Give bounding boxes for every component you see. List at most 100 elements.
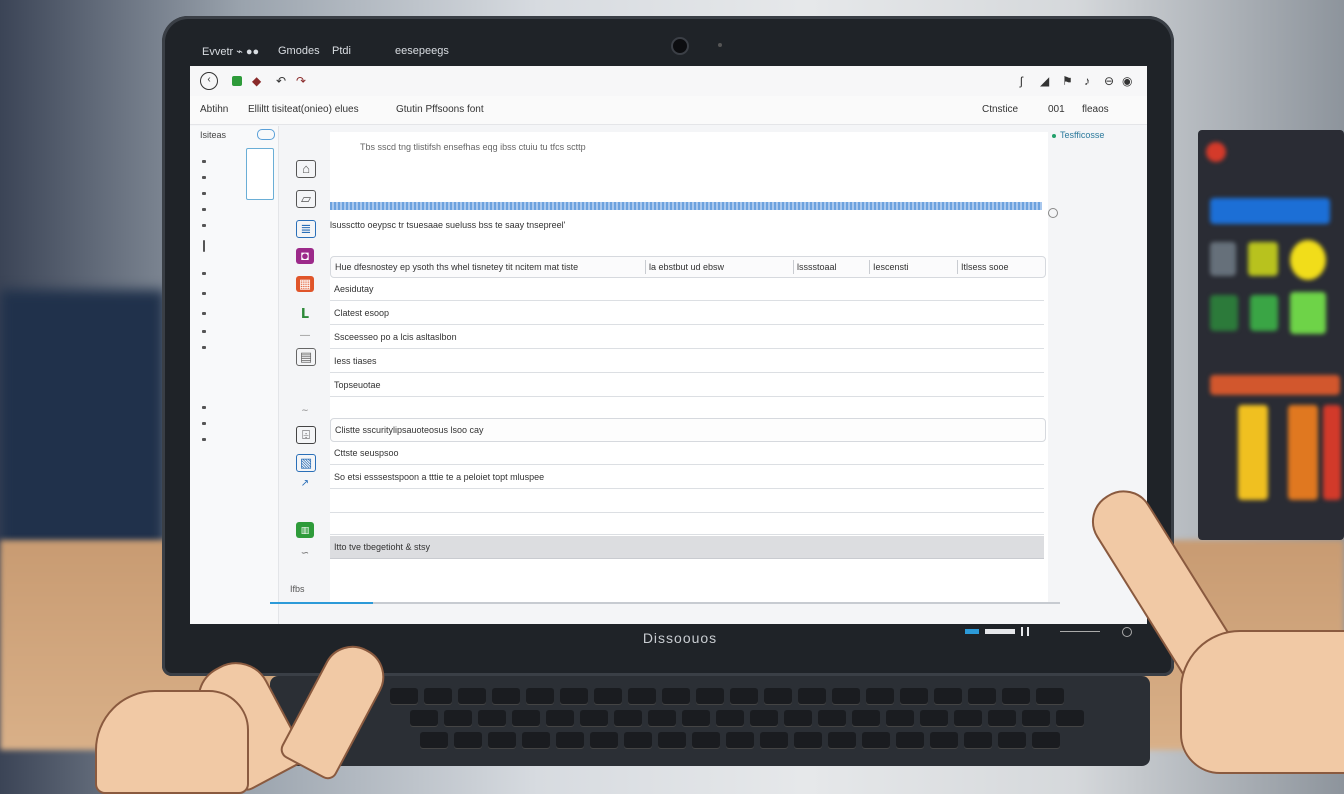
keyboard-key[interactable] <box>648 710 676 726</box>
keyboard-key[interactable] <box>624 732 652 748</box>
keyboard-key[interactable] <box>832 688 860 704</box>
keyboard-key[interactable] <box>862 732 890 748</box>
keyboard-key[interactable] <box>454 732 482 748</box>
keyboard-key[interactable] <box>444 710 472 726</box>
keyboard-key[interactable] <box>852 710 880 726</box>
menubar-item[interactable]: Gmodes <box>278 45 320 57</box>
document-thumbnail[interactable] <box>246 148 274 200</box>
keyboard-key[interactable] <box>726 732 754 748</box>
column-header[interactable]: la ebstbut ud ebsw <box>649 262 724 272</box>
keyboard-key[interactable] <box>798 688 826 704</box>
keyboard-key[interactable] <box>730 688 758 704</box>
spreadsheet-icon[interactable]: ▥ <box>296 522 314 538</box>
subtoolbar-left[interactable]: Abtihn <box>200 104 228 115</box>
keyboard-key[interactable] <box>594 688 622 704</box>
keyboard-key[interactable] <box>716 710 744 726</box>
flag-icon[interactable]: ⚑ <box>1062 74 1073 88</box>
chart-line-icon[interactable]: ᒪ <box>296 306 314 322</box>
house-icon[interactable]: ⌂ <box>296 160 316 178</box>
keyboard-key[interactable] <box>818 710 846 726</box>
database-icon[interactable]: ≣ <box>296 220 316 238</box>
arrow-icon[interactable]: ↗ <box>296 476 314 492</box>
column-header[interactable]: Iescensti <box>873 262 909 272</box>
keyboard-key[interactable] <box>896 732 924 748</box>
table-row[interactable]: Topseuotae <box>330 374 1044 397</box>
table-row[interactable]: Ssceesseo po a lcis asltaslbon <box>330 326 1044 349</box>
keyboard-key[interactable] <box>580 710 608 726</box>
column-header[interactable]: lsssstoaal <box>797 262 837 272</box>
keyboard-key[interactable] <box>760 732 788 748</box>
keyboard-key[interactable] <box>1002 688 1030 704</box>
link-icon[interactable]: ∽ <box>296 546 314 562</box>
table-row[interactable]: Clistte sscuritylipsauoteosus lsoo cay <box>330 418 1046 442</box>
app-purple-icon[interactable]: ◘ <box>296 248 314 264</box>
keyboard-key[interactable] <box>424 688 452 704</box>
menubar-item[interactable]: Ptdi <box>332 45 351 57</box>
keyboard-key[interactable] <box>546 710 574 726</box>
keyboard-key[interactable] <box>968 688 996 704</box>
keyboard-key[interactable] <box>1056 710 1084 726</box>
keyboard-key[interactable] <box>930 732 958 748</box>
keyboard-key[interactable] <box>988 710 1016 726</box>
table-row[interactable]: So etsi esssestspoon a tttie te a peloie… <box>330 466 1044 489</box>
menubar-item[interactable]: eesepeegs <box>395 45 449 57</box>
keyboard-key[interactable] <box>1022 710 1050 726</box>
column-header[interactable]: Itlsess sooe <box>961 262 1009 272</box>
keyboard-key[interactable] <box>964 732 992 748</box>
keyboard-key[interactable] <box>628 688 656 704</box>
keyboard-key[interactable] <box>1036 688 1064 704</box>
keyboard-key[interactable] <box>522 732 550 748</box>
map-icon[interactable]: ▧ <box>296 454 316 472</box>
keyboard-key[interactable] <box>784 710 812 726</box>
tag-icon[interactable]: ◆ <box>252 74 261 88</box>
table-row[interactable]: Aesidutay <box>330 278 1044 301</box>
table-row[interactable] <box>330 512 1044 535</box>
clipboard-icon[interactable]: ▤ <box>296 348 316 366</box>
keyboard-key[interactable] <box>658 732 686 748</box>
keyboard-key[interactable] <box>390 688 418 704</box>
redo-icon[interactable]: ↷ <box>296 74 306 88</box>
keyboard-key[interactable] <box>410 710 438 726</box>
clock-icon[interactable]: ⊖ <box>1104 74 1114 88</box>
music-icon[interactable]: ♪ <box>1084 74 1090 88</box>
keyboard-key[interactable] <box>1032 732 1060 748</box>
search-icon[interactable]: ʃ <box>1020 74 1023 88</box>
keyboard-key[interactable] <box>900 688 928 704</box>
keyboard-key[interactable] <box>828 732 856 748</box>
table-row[interactable]: Clatest esoop <box>330 302 1044 325</box>
keyboard-key[interactable] <box>590 732 618 748</box>
tilde-icon[interactable]: ↶ <box>276 74 286 88</box>
table-row-selected[interactable]: Itto tve tbegetioht & stsy <box>330 536 1044 559</box>
minus-icon[interactable]: — <box>296 328 314 344</box>
power-icon[interactable]: ◉ <box>1122 74 1132 88</box>
app-orange-icon[interactable]: ▦ <box>296 276 314 292</box>
bookmark-icon[interactable]: ⌹ <box>296 426 316 444</box>
subtoolbar-option-a[interactable]: Ctnstice <box>982 104 1018 115</box>
timeline-waveform[interactable] <box>330 202 1042 210</box>
table-row[interactable] <box>330 490 1044 513</box>
bell-icon[interactable]: ◢ <box>1040 74 1049 88</box>
keyboard-key[interactable] <box>526 688 554 704</box>
keyboard-key[interactable] <box>560 688 588 704</box>
subtoolbar-option-b[interactable]: 001 <box>1048 104 1065 115</box>
table-row[interactable]: Cttste seuspsoo <box>330 442 1044 465</box>
keyboard-key[interactable] <box>998 732 1026 748</box>
subtoolbar-option-c[interactable]: fleaos <box>1082 104 1109 115</box>
keyboard-key[interactable] <box>556 732 584 748</box>
keyboard-key[interactable] <box>512 710 540 726</box>
keyboard-key[interactable] <box>696 688 724 704</box>
keyboard-key[interactable] <box>614 710 642 726</box>
keyboard-key[interactable] <box>458 688 486 704</box>
keyboard-key[interactable] <box>420 732 448 748</box>
keyboard-key[interactable] <box>794 732 822 748</box>
stop-icon[interactable] <box>232 76 242 86</box>
column-header[interactable]: Hue dfesnostey ep ysoth ths whel tisnete… <box>335 262 578 272</box>
folder-icon[interactable]: ▱ <box>296 190 316 208</box>
table-row[interactable]: Iess tiases <box>330 350 1044 373</box>
mode-label[interactable]: Gtutin Pffsoons font <box>396 104 484 115</box>
keyboard-key[interactable] <box>886 710 914 726</box>
dash-icon[interactable]: ∼ <box>296 402 314 418</box>
scroll-knob[interactable] <box>1048 208 1058 218</box>
keyboard-key[interactable] <box>492 688 520 704</box>
keyboard-key[interactable] <box>866 688 894 704</box>
